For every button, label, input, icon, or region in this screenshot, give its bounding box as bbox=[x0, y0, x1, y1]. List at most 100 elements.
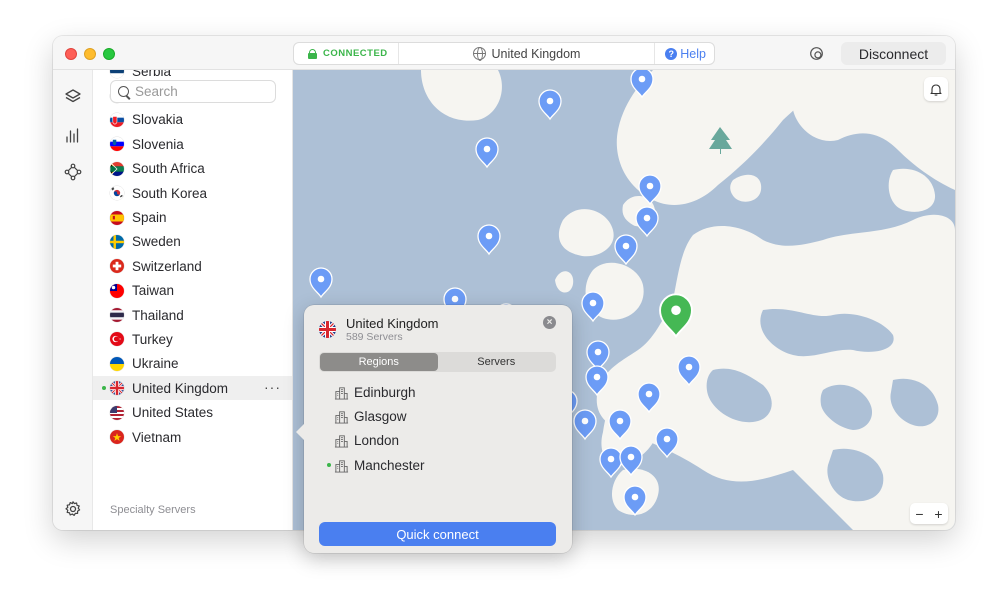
region-list: Edinburgh Glasgow London Manchester bbox=[319, 380, 556, 478]
country-item-south-africa[interactable]: South Africa bbox=[93, 157, 292, 181]
city-icon bbox=[334, 460, 349, 473]
ukraine-flag-icon bbox=[110, 356, 124, 371]
server-pin[interactable] bbox=[538, 89, 562, 121]
popover-title: United Kingdom bbox=[346, 316, 439, 331]
connected-dot bbox=[102, 386, 106, 391]
country-item-slovenia[interactable]: Slovenia bbox=[93, 132, 292, 156]
connection-status: CONNECTED bbox=[294, 43, 399, 64]
popover-tabs: Regions Servers bbox=[319, 352, 556, 372]
navigation-rail bbox=[53, 70, 93, 530]
country-item-taiwan[interactable]: Taiwan bbox=[93, 279, 292, 303]
zoom-window-button[interactable] bbox=[103, 48, 115, 60]
server-pin[interactable] bbox=[573, 409, 597, 441]
zoom-out-button[interactable]: − bbox=[915, 506, 923, 522]
minimize-window-button[interactable] bbox=[84, 48, 96, 60]
settings-icon[interactable] bbox=[64, 500, 82, 518]
country-label: United States bbox=[132, 405, 214, 421]
thailand-flag-icon bbox=[110, 308, 124, 323]
globe-icon bbox=[472, 47, 486, 61]
country-label: Slovakia bbox=[132, 112, 184, 128]
help-label: Help bbox=[680, 46, 706, 61]
country-label: South Africa bbox=[132, 161, 205, 177]
turkey-flag-icon bbox=[110, 332, 124, 347]
country-item-spain[interactable]: Spain bbox=[93, 205, 292, 229]
country-sidebar: SerbiaSingaporeSlovakiaSloveniaSouth Afr… bbox=[93, 70, 293, 530]
server-pin[interactable] bbox=[599, 447, 623, 479]
server-pin[interactable] bbox=[477, 224, 501, 256]
south-africa-flag-icon bbox=[110, 161, 124, 176]
region-label: Edinburgh bbox=[354, 384, 416, 400]
united-kingdom-flag-icon bbox=[319, 321, 336, 338]
tab-regions[interactable]: Regions bbox=[320, 353, 438, 371]
united-kingdom-flag-icon bbox=[110, 381, 124, 396]
city-icon bbox=[334, 387, 349, 400]
country-item-united-kingdom[interactable]: United Kingdom ··· bbox=[93, 376, 292, 401]
country-label: Spain bbox=[132, 210, 167, 226]
sweden-flag-icon bbox=[110, 234, 124, 249]
close-window-button[interactable] bbox=[65, 48, 77, 60]
region-item-edinburgh[interactable]: Edinburgh bbox=[319, 380, 556, 404]
layers-icon[interactable] bbox=[64, 88, 82, 106]
region-item-manchester[interactable]: Manchester bbox=[319, 453, 556, 477]
country-popover: United Kingdom 589 Servers × Regions Ser… bbox=[296, 305, 572, 553]
country-item-ukraine[interactable]: Ukraine bbox=[93, 352, 292, 376]
meshnet-icon[interactable] bbox=[64, 163, 82, 181]
stats-icon[interactable] bbox=[64, 126, 82, 144]
country-item-slovakia[interactable]: Slovakia bbox=[93, 108, 292, 132]
tab-servers[interactable]: Servers bbox=[438, 353, 556, 371]
country-list: SerbiaSingaporeSlovakiaSloveniaSouth Afr… bbox=[93, 70, 292, 449]
taiwan-flag-icon bbox=[110, 283, 124, 298]
south-korea-flag-icon bbox=[110, 186, 124, 201]
region-item-glasgow[interactable]: Glasgow bbox=[319, 404, 556, 428]
country-label: Vietnam bbox=[132, 429, 182, 445]
country-item-thailand[interactable]: Thailand bbox=[93, 303, 292, 327]
united-states-flag-icon bbox=[110, 405, 124, 420]
popover-server-count: 589 Servers bbox=[346, 331, 403, 343]
zoom-in-button[interactable]: + bbox=[934, 506, 942, 522]
serbia-flag-icon bbox=[110, 70, 124, 79]
server-pin[interactable] bbox=[309, 267, 333, 299]
country-label: Sweden bbox=[132, 234, 181, 250]
region-item-london[interactable]: London bbox=[319, 429, 556, 453]
country-item-switzerland[interactable]: Switzerland bbox=[93, 254, 292, 278]
country-item-sweden[interactable]: Sweden bbox=[93, 230, 292, 254]
title-bar: CONNECTED United Kingdom ? Help Disconne… bbox=[53, 36, 955, 70]
country-label: Turkey bbox=[132, 331, 173, 347]
zoom-controls: − + bbox=[910, 503, 948, 524]
city-icon bbox=[334, 435, 349, 448]
country-item-south-korea[interactable]: South Korea bbox=[93, 181, 292, 205]
switzerland-flag-icon bbox=[110, 259, 124, 274]
country-label: Thailand bbox=[132, 307, 184, 323]
search-box[interactable] bbox=[110, 80, 276, 103]
specialty-servers-header[interactable]: Specialty Servers bbox=[110, 504, 196, 516]
disconnect-button[interactable]: Disconnect bbox=[841, 42, 946, 65]
meshnet-toggle-icon[interactable] bbox=[809, 46, 824, 61]
close-popover-icon[interactable]: × bbox=[543, 316, 556, 329]
country-label: Ukraine bbox=[132, 356, 179, 372]
region-label: Manchester bbox=[354, 457, 425, 473]
connection-status-label: CONNECTED bbox=[323, 48, 388, 59]
region-label: London bbox=[354, 433, 400, 449]
country-item-united-states[interactable]: United States bbox=[93, 400, 292, 424]
server-pin[interactable] bbox=[614, 234, 638, 266]
country-item-turkey[interactable]: Turkey bbox=[93, 327, 292, 351]
country-label: Slovenia bbox=[132, 136, 184, 152]
quick-connect-button[interactable]: Quick connect bbox=[319, 522, 556, 546]
connected-country[interactable]: United Kingdom bbox=[399, 47, 655, 61]
search-icon bbox=[118, 86, 129, 97]
server-pin[interactable] bbox=[635, 206, 659, 238]
country-label: Serbia bbox=[132, 70, 172, 79]
vietnam-flag-icon bbox=[110, 430, 124, 445]
country-item-vietnam[interactable]: Vietnam bbox=[93, 425, 292, 449]
bell-icon bbox=[930, 83, 942, 96]
country-label: South Korea bbox=[132, 185, 208, 201]
notifications-button[interactable] bbox=[924, 77, 948, 101]
connection-status-bar: CONNECTED United Kingdom ? Help bbox=[293, 42, 715, 65]
more-options-icon[interactable]: ··· bbox=[264, 379, 281, 395]
server-pin[interactable] bbox=[475, 137, 499, 169]
country-label: Taiwan bbox=[132, 283, 175, 299]
search-input[interactable] bbox=[135, 84, 265, 99]
popover-arrow bbox=[296, 423, 305, 441]
help-link[interactable]: ? Help bbox=[654, 43, 714, 64]
country-label: United Kingdom bbox=[132, 380, 229, 396]
